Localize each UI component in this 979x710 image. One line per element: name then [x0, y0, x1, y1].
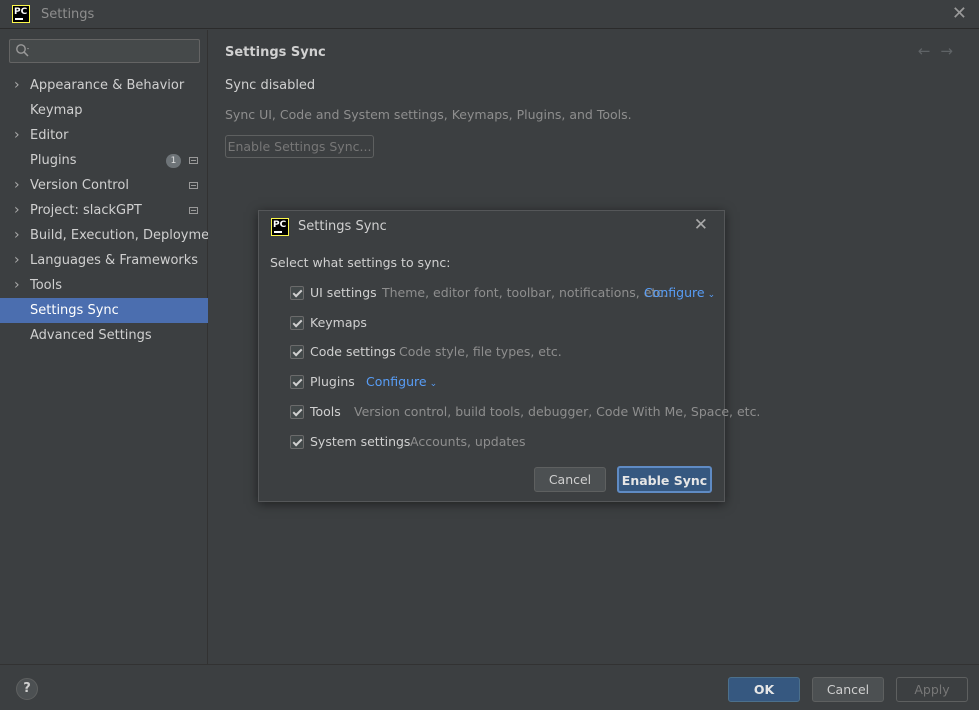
settings-footer: ? OK Cancel Apply: [0, 664, 979, 710]
ui-settings-configure-link[interactable]: Configure ⌄: [644, 285, 715, 300]
configure-label: Configure: [366, 374, 427, 389]
sidebar-item-label: Keymap: [30, 103, 83, 118]
window-close-icon[interactable]: ✕: [952, 3, 967, 24]
sidebar-item-advanced-settings[interactable]: Advanced Settings: [0, 323, 208, 348]
plugins-checkbox[interactable]: [290, 375, 304, 389]
code-settings-checkbox[interactable]: [290, 345, 304, 359]
chevron-right-icon[interactable]: ›: [14, 198, 20, 223]
keymaps-checkbox[interactable]: [290, 316, 304, 330]
sidebar-item-languages-frameworks[interactable]: › Languages & Frameworks: [0, 248, 208, 273]
chevron-right-icon[interactable]: ›: [14, 273, 20, 298]
option-label: System settings: [310, 434, 411, 449]
search-icon: [16, 44, 29, 57]
sidebar-item-project[interactable]: › Project: slackGPT: [0, 198, 208, 223]
project-scope-icon: [189, 157, 198, 164]
tools-checkbox[interactable]: [290, 405, 304, 419]
chevron-right-icon[interactable]: ›: [14, 73, 20, 98]
sync-description: Sync UI, Code and System settings, Keyma…: [225, 107, 632, 122]
pycharm-logo-icon: PC: [271, 218, 289, 236]
sidebar-item-label: Build, Execution, Deployment: [30, 228, 223, 243]
enable-settings-sync-button[interactable]: Enable Settings Sync...: [225, 135, 374, 158]
option-description: Version control, build tools, debugger, …: [354, 404, 761, 419]
sidebar-item-label: Appearance & Behavior: [30, 78, 185, 93]
sync-status-text: Sync disabled: [225, 78, 316, 93]
option-label: Code settings: [310, 344, 396, 359]
sidebar-item-editor[interactable]: › Editor: [0, 123, 208, 148]
sidebar-item-label: Languages & Frameworks: [30, 253, 199, 268]
sidebar-item-keymap[interactable]: Keymap: [0, 98, 208, 123]
window-titlebar: PC Settings ✕: [0, 0, 979, 29]
pycharm-logo-icon: PC: [12, 5, 30, 23]
enable-sync-button[interactable]: Enable Sync: [617, 466, 712, 493]
back-arrow-icon[interactable]: ←: [918, 42, 941, 60]
search-input[interactable]: [9, 39, 200, 63]
history-navigation: ←→: [918, 42, 963, 60]
chevron-down-icon: ⌄: [429, 379, 438, 389]
dialog-cancel-button[interactable]: Cancel: [534, 467, 606, 492]
dialog-title: Settings Sync: [298, 219, 387, 234]
page-title: Settings Sync: [225, 45, 326, 60]
sidebar-item-label: Advanced Settings: [30, 328, 152, 343]
sidebar-item-version-control[interactable]: › Version Control: [0, 173, 208, 198]
cancel-button[interactable]: Cancel: [812, 677, 884, 702]
sidebar-item-label: Tools: [30, 278, 63, 293]
window-title: Settings: [41, 7, 95, 22]
help-button[interactable]: ?: [16, 678, 38, 700]
settings-sidebar: › Appearance & Behavior Keymap › Editor …: [0, 30, 222, 664]
sidebar-item-appearance-behavior[interactable]: › Appearance & Behavior: [0, 73, 208, 98]
sidebar-item-label: Version Control: [30, 178, 129, 193]
option-label: Tools: [310, 404, 341, 419]
ok-button[interactable]: OK: [728, 677, 800, 702]
sidebar-item-build-execution-deployment[interactable]: › Build, Execution, Deployment: [0, 223, 222, 248]
project-scope-icon: [189, 182, 198, 189]
settings-sync-dialog: PC Settings Sync ✕ Select what settings …: [258, 210, 760, 502]
option-label: Keymaps: [310, 315, 367, 330]
dialog-prompt: Select what settings to sync:: [270, 255, 451, 270]
option-description: Theme, editor font, toolbar, notificatio…: [382, 285, 668, 300]
chevron-right-icon[interactable]: ›: [14, 173, 20, 198]
sidebar-item-label: Settings Sync: [30, 303, 119, 318]
chevron-right-icon[interactable]: ›: [14, 223, 20, 248]
chevron-right-icon[interactable]: ›: [14, 248, 20, 273]
sidebar-item-label: Editor: [30, 128, 69, 143]
sidebar-item-plugins[interactable]: Plugins 1: [0, 148, 208, 173]
option-label: Plugins: [310, 374, 355, 389]
forward-arrow-icon[interactable]: →: [940, 42, 963, 60]
sidebar-item-label: Plugins: [30, 153, 77, 168]
configure-label: Configure: [644, 285, 705, 300]
sidebar-item-settings-sync[interactable]: Settings Sync: [0, 298, 208, 323]
plugins-configure-link[interactable]: Configure ⌄: [366, 374, 437, 389]
option-label: UI settings: [310, 285, 377, 300]
sidebar-item-tools[interactable]: › Tools: [0, 273, 208, 298]
sidebar-item-label: Project: slackGPT: [30, 203, 142, 218]
apply-button[interactable]: Apply: [896, 677, 968, 702]
option-description: Code style, file types, etc.: [399, 344, 562, 359]
settings-nav: › Appearance & Behavior Keymap › Editor …: [0, 73, 222, 348]
project-scope-icon: [189, 207, 198, 214]
system-settings-checkbox[interactable]: [290, 435, 304, 449]
update-count-badge: 1: [166, 154, 181, 168]
dialog-close-icon[interactable]: ✕: [694, 215, 708, 235]
option-description: Accounts, updates: [410, 434, 526, 449]
ui-settings-checkbox[interactable]: [290, 286, 304, 300]
chevron-right-icon[interactable]: ›: [14, 123, 20, 148]
chevron-down-icon: ⌄: [707, 290, 716, 300]
